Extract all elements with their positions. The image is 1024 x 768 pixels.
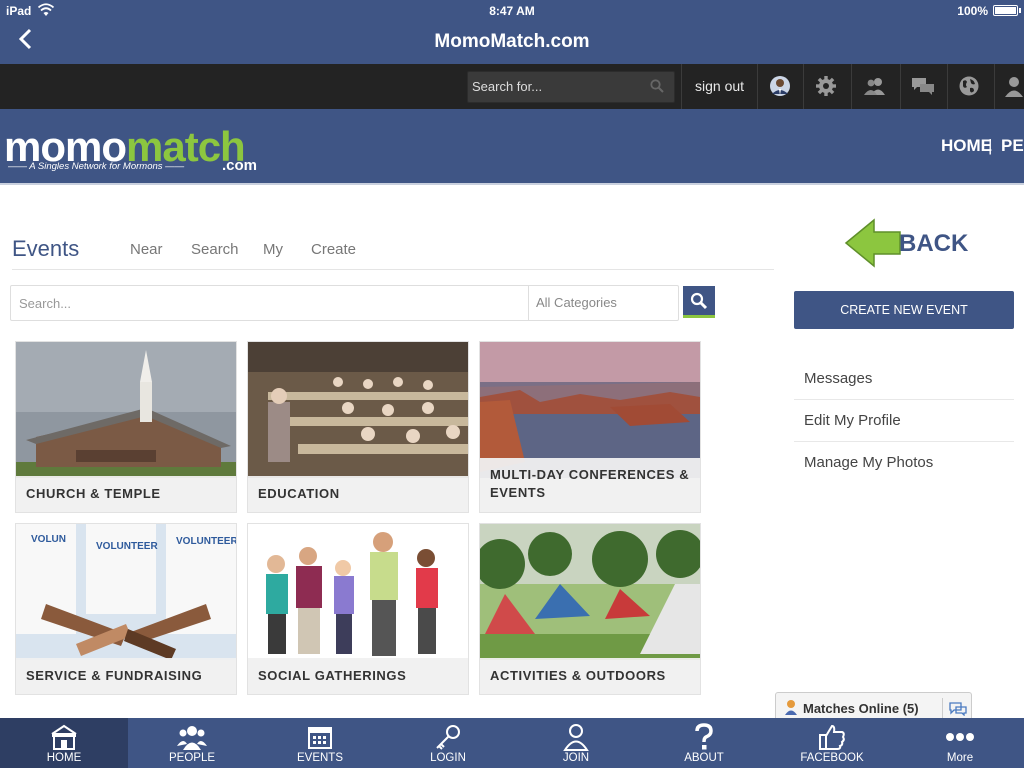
tab-label: ABOUT xyxy=(684,752,724,764)
logo-com-text: .com xyxy=(222,157,258,174)
toolbar-search-input[interactable]: Search for... xyxy=(467,71,675,103)
nav-title: MomoMatch.com xyxy=(434,31,590,52)
tab-about[interactable]: ABOUT xyxy=(640,718,768,768)
user-icon[interactable] xyxy=(1000,72,1024,100)
battery-percent: 100% xyxy=(957,4,988,18)
tab-login[interactable]: LOGIN xyxy=(384,718,512,768)
svg-text:VOLUN: VOLUN xyxy=(31,534,66,545)
back-button[interactable]: BACK xyxy=(899,230,968,258)
logo-tagline: —— A Singles Network for Mormons —— xyxy=(8,161,185,172)
sidebar-link-edit-profile[interactable]: Edit My Profile xyxy=(794,400,1014,442)
tile-label: EDUCATION xyxy=(248,476,468,512)
event-search-bar: Search... All Categories xyxy=(10,285,679,321)
clock: 8:47 AM xyxy=(489,4,535,18)
gear-icon[interactable] xyxy=(812,72,840,100)
category-tile-education[interactable]: EDUCATION xyxy=(247,341,469,513)
avatar[interactable] xyxy=(766,72,794,100)
toolbar-divider xyxy=(900,64,901,109)
tile-label: CHURCH & TEMPLE xyxy=(16,476,236,512)
category-tile-social[interactable]: SOCIAL GATHERINGS xyxy=(247,523,469,695)
calendar-icon xyxy=(256,722,384,752)
question-icon xyxy=(640,722,768,752)
status-bar: iPad 8:47 AM 100% xyxy=(0,0,1024,22)
event-search-input[interactable]: Search... xyxy=(19,296,71,311)
tab-near[interactable]: Near xyxy=(130,241,163,258)
category-select[interactable]: All Categories xyxy=(536,295,617,310)
tab-label: JOIN xyxy=(562,752,590,764)
toolbar-divider xyxy=(851,64,852,109)
key-icon xyxy=(384,722,512,752)
chat-bubble-icon[interactable] xyxy=(942,698,972,720)
header-nav-people[interactable]: PEO xyxy=(1001,136,1024,156)
category-tile-conferences[interactable]: MULTI-DAY CONFERENCES & EVENTS xyxy=(479,341,701,513)
tab-people[interactable]: PEOPLE xyxy=(128,718,256,768)
tab-home[interactable]: HOME xyxy=(0,718,128,768)
toolbar-divider xyxy=(681,64,682,109)
tile-label: SOCIAL GATHERINGS xyxy=(248,658,468,694)
home-icon xyxy=(0,722,128,752)
volunteers-image: VOLUNTEER VOLUNTEER VOLUN xyxy=(16,524,236,660)
search-icon[interactable] xyxy=(650,79,664,93)
category-tile-church-temple[interactable]: CHURCH & TEMPLE xyxy=(15,341,237,513)
matches-online-widget[interactable]: Matches Online (5) xyxy=(775,692,972,720)
toolbar-divider xyxy=(947,64,948,109)
toolbar-divider xyxy=(757,64,758,109)
toolbar-search-placeholder: Search for... xyxy=(472,79,543,94)
logo-tagline-text: A Singles Network for Mormons xyxy=(29,161,163,172)
search-icon xyxy=(690,292,708,309)
divider xyxy=(528,286,529,320)
people-group-image xyxy=(248,524,468,660)
header-nav-divider: | xyxy=(988,136,993,155)
tab-facebook[interactable]: FACEBOOK xyxy=(768,718,896,768)
tab-my[interactable]: My xyxy=(263,241,283,258)
globe-icon[interactable] xyxy=(955,72,983,100)
tab-label: EVENTS xyxy=(296,752,343,764)
sidebar-link-messages[interactable]: Messages xyxy=(794,358,1014,400)
user-icon xyxy=(512,722,640,752)
matches-online-label: Matches Online (5) xyxy=(803,701,919,716)
bottom-tab-bar: HOME PEOPLE EVENTS LOGIN JOIN ABOUT FACE… xyxy=(0,718,1024,768)
battery-icon xyxy=(993,5,1018,16)
church-image xyxy=(16,342,236,478)
tile-label: MULTI-DAY CONFERENCES & EVENTS xyxy=(480,458,700,512)
tab-search[interactable]: Search xyxy=(191,241,239,258)
camping-image xyxy=(480,524,700,660)
tab-label: LOGIN xyxy=(430,752,466,764)
site-header: momomatch —— A Singles Network for Mormo… xyxy=(0,109,1024,185)
tab-create[interactable]: Create xyxy=(311,241,356,258)
person-icon xyxy=(784,699,798,718)
tab-label: FACEBOOK xyxy=(800,752,864,764)
toolbar-divider xyxy=(803,64,804,109)
tab-join[interactable]: JOIN xyxy=(512,718,640,768)
people-icon xyxy=(128,722,256,752)
ios-nav-bar: iPad 8:47 AM 100% MomoMatch.com xyxy=(0,0,1024,64)
category-tile-service[interactable]: VOLUNTEER VOLUNTEER VOLUN SERVICE & FUNDRA… xyxy=(15,523,237,695)
tab-label: More xyxy=(946,752,974,764)
page-title: Events xyxy=(12,236,80,261)
divider xyxy=(12,269,774,270)
tab-more[interactable]: More xyxy=(896,718,1024,768)
tab-label: PEOPLE xyxy=(168,752,216,764)
back-arrow-icon[interactable] xyxy=(844,218,902,268)
sidebar-link-manage-photos[interactable]: Manage My Photos xyxy=(794,442,1014,484)
svg-text:VOLUNTEER: VOLUNTEER xyxy=(96,541,158,552)
more-dots-icon xyxy=(896,722,1024,752)
tile-label: SERVICE & FUNDRAISING xyxy=(16,658,236,694)
toolbar-divider xyxy=(994,64,995,109)
tab-label: HOME xyxy=(46,752,82,764)
tile-label: ACTIVITIES & OUTDOORS xyxy=(480,658,700,694)
site-toolbar: Search for... sign out xyxy=(0,64,1024,109)
create-event-button[interactable]: CREATE NEW EVENT xyxy=(794,291,1014,329)
classroom-image xyxy=(248,342,468,478)
search-button[interactable] xyxy=(683,286,715,318)
tab-events[interactable]: EVENTS xyxy=(256,718,384,768)
svg-text:VOLUNTEER: VOLUNTEER xyxy=(176,536,236,547)
header-nav-home[interactable]: HOME xyxy=(941,136,992,156)
friends-icon[interactable] xyxy=(861,72,889,100)
category-tile-activities[interactable]: ACTIVITIES & OUTDOORS xyxy=(479,523,701,695)
sign-out-link[interactable]: sign out xyxy=(695,78,744,94)
thumbs-up-icon xyxy=(768,722,896,752)
battery-tip xyxy=(1019,8,1021,13)
chat-icon[interactable] xyxy=(909,72,937,100)
